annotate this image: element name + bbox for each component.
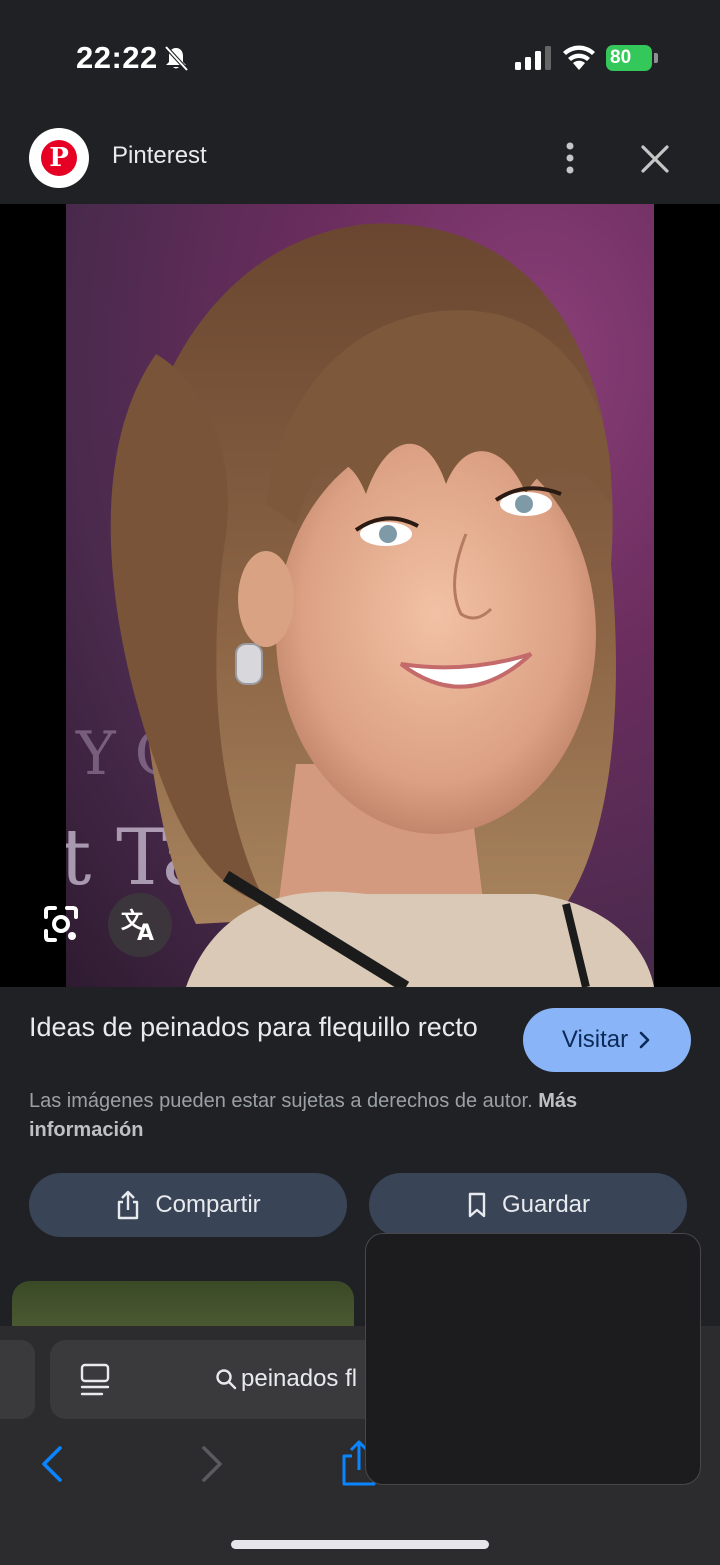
status-time: 22:22: [76, 40, 158, 75]
visit-button[interactable]: Visitar: [523, 1008, 691, 1072]
copyright-text: Las imágenes pueden estar sujetas a dere…: [29, 1090, 533, 1112]
portrait-illustration: t Ta Y G: [66, 223, 654, 987]
previous-tab-preview[interactable]: [0, 1340, 35, 1419]
cell-signal-icon: [515, 46, 551, 70]
result-image[interactable]: t Ta Y G: [66, 204, 654, 987]
wifi-icon: [563, 45, 595, 70]
more-options-icon[interactable]: [550, 136, 590, 180]
source-name[interactable]: Pinterest: [112, 142, 207, 170]
battery-body: 80: [606, 45, 652, 71]
result-header: P Pinterest: [0, 110, 720, 204]
search-icon: [216, 1369, 237, 1390]
url-query: peinados fl: [241, 1365, 358, 1392]
battery-level: 80: [610, 47, 632, 68]
svg-text:A: A: [137, 921, 154, 942]
pinterest-logo[interactable]: P: [29, 128, 89, 188]
image-preview: t Ta Y G: [0, 204, 720, 987]
google-lens-icon[interactable]: [30, 893, 92, 955]
reader-mode-icon[interactable]: [78, 1362, 112, 1398]
url-display[interactable]: peinados fl: [215, 1365, 357, 1393]
status-bar: 22:22 80: [0, 0, 720, 110]
bookmark-icon: [468, 1192, 486, 1218]
close-icon[interactable]: [632, 136, 678, 182]
result-title[interactable]: Ideas de peinados para flequillo recto: [29, 1009, 499, 1045]
share-button[interactable]: Compartir: [29, 1173, 347, 1237]
pinterest-logo-mark: P: [41, 140, 77, 176]
copyright-notice: Las imágenes pueden estar sujetas a dere…: [29, 1087, 669, 1145]
home-indicator[interactable]: [231, 1540, 489, 1549]
save-button[interactable]: Guardar: [369, 1173, 687, 1237]
battery-tip: [654, 53, 658, 63]
save-label: Guardar: [501, 1191, 591, 1218]
translate-icon: 文 A: [121, 908, 154, 942]
battery-indicator: 80: [606, 45, 658, 71]
bell-off-icon: [164, 45, 189, 72]
screen: 22:22 80 P Pinterest t Ta Y G 文 A Ideas …: [0, 0, 720, 1565]
chevron-right-icon: [639, 1031, 650, 1049]
forward-arrow-icon[interactable]: [196, 1444, 226, 1484]
visit-label: Visitar: [561, 1026, 629, 1053]
share-icon: [118, 1190, 139, 1220]
back-arrow-icon[interactable]: [38, 1444, 68, 1484]
overlay-popup[interactable]: [365, 1233, 701, 1485]
share-label: Compartir: [155, 1191, 261, 1218]
translate-button[interactable]: 文 A: [108, 893, 172, 957]
